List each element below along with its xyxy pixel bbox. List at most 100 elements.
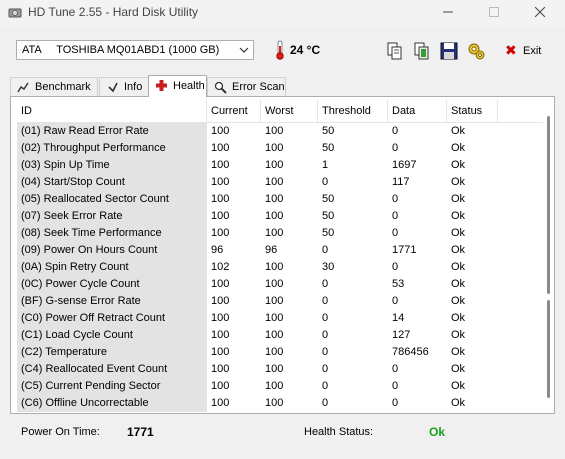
status-bar: Power On Time: 1771 Health Status: Ok <box>0 414 565 454</box>
health-status-value: Ok <box>429 425 446 439</box>
cell-current: 100 <box>211 193 230 205</box>
cell-data: 0 <box>392 363 399 375</box>
cell-status: Ok <box>451 227 466 239</box>
cell-current: 100 <box>211 227 230 239</box>
tab-benchmark[interactable]: Benchmark <box>10 77 98 96</box>
cell-id: (08) Seek Time Performance <box>17 225 207 242</box>
hard-disk-app-icon <box>8 6 22 20</box>
column-header-current[interactable]: Current <box>207 100 261 122</box>
cell-worst: 100 <box>265 397 284 409</box>
cell-worst: 100 <box>265 261 284 273</box>
power-on-time-label: Power On Time: <box>21 426 100 438</box>
maximize-button[interactable] <box>471 0 517 26</box>
cell-threshold: 0 <box>322 397 329 409</box>
cell-id: (C0) Power Off Retract Count <box>17 310 207 327</box>
cell-threshold: 0 <box>322 295 329 307</box>
table-row[interactable]: (C6) Offline Uncorrectable 100 100 0 0 Ok <box>17 395 543 412</box>
column-header-worst[interactable]: Worst <box>261 100 318 122</box>
cell-current: 100 <box>211 278 230 290</box>
cell-data: 1697 <box>392 159 417 171</box>
column-header-threshold[interactable]: Threshold <box>318 100 388 122</box>
table-row[interactable]: (C1) Load Cycle Count 100 100 0 127 Ok <box>17 327 543 344</box>
cell-data: 0 <box>392 125 399 137</box>
cell-threshold: 0 <box>322 346 329 358</box>
cell-current: 100 <box>211 159 230 171</box>
copy-button[interactable] <box>384 40 406 62</box>
cell-worst: 96 <box>265 244 278 256</box>
tab-benchmark-label: Benchmark <box>35 81 91 93</box>
column-header-id[interactable]: ID <box>17 100 207 122</box>
cell-current: 100 <box>211 176 230 188</box>
cell-status: Ok <box>451 261 466 273</box>
cell-threshold: 0 <box>322 244 329 256</box>
scrollbar-thumb[interactable] <box>547 116 550 294</box>
cell-threshold: 0 <box>322 329 329 341</box>
cell-id: (0C) Power Cycle Count <box>17 276 207 293</box>
save-button[interactable] <box>438 40 460 62</box>
cell-current: 100 <box>211 329 230 341</box>
table-row[interactable]: (09) Power On Hours Count 96 96 0 1771 Ok <box>17 242 543 259</box>
table-row[interactable]: (07) Seek Error Rate 100 100 50 0 Ok <box>17 208 543 225</box>
cell-threshold: 0 <box>322 380 329 392</box>
cell-id: (BF) G-sense Error Rate <box>17 293 207 310</box>
cell-status: Ok <box>451 176 466 188</box>
table-row[interactable]: (08) Seek Time Performance 100 100 50 0 Ok <box>17 225 543 242</box>
title-bar: HD Tune 2.55 - Hard Disk Utility <box>0 0 565 26</box>
cell-status: Ok <box>451 363 466 375</box>
chevron-down-icon <box>239 44 249 56</box>
cell-worst: 100 <box>265 295 284 307</box>
copy-all-icon <box>414 42 429 60</box>
table-row[interactable]: (04) Start/Stop Count 100 100 0 117 Ok <box>17 174 543 191</box>
cell-status: Ok <box>451 346 466 358</box>
column-header-data[interactable]: Data <box>388 100 447 122</box>
cell-worst: 100 <box>265 125 284 137</box>
tab-health[interactable]: Health <box>148 75 207 97</box>
copy-icon <box>387 42 402 60</box>
cell-status: Ok <box>451 312 466 324</box>
table-row[interactable]: (C0) Power Off Retract Count 100 100 0 14 Ok <box>17 310 543 327</box>
cell-id: (C2) Temperature <box>17 344 207 361</box>
vertical-scrollbar[interactable] <box>544 100 553 412</box>
cell-threshold: 50 <box>322 210 335 222</box>
cell-data: 0 <box>392 193 399 205</box>
table-row[interactable]: (C5) Current Pending Sector 100 100 0 0 Ok <box>17 378 543 395</box>
cell-current: 100 <box>211 295 230 307</box>
exit-label: Exit <box>523 45 542 57</box>
cell-status: Ok <box>451 210 466 222</box>
table-row[interactable]: (C2) Temperature 100 100 0 786456 Ok <box>17 344 543 361</box>
close-button[interactable] <box>517 0 563 26</box>
copy-all-button[interactable] <box>411 40 433 62</box>
cell-worst: 100 <box>265 193 284 205</box>
table-row[interactable]: (BF) G-sense Error Rate 100 100 0 0 Ok <box>17 293 543 310</box>
smart-attribute-list[interactable]: ID Current Worst Threshold Data Status (… <box>17 100 543 412</box>
table-row[interactable]: (02) Throughput Performance 100 100 50 0 Ok <box>17 140 543 157</box>
table-row[interactable]: (0C) Power Cycle Count 100 100 0 53 Ok <box>17 276 543 293</box>
magnifier-icon <box>214 81 227 94</box>
cell-worst: 100 <box>265 210 284 222</box>
table-row[interactable]: (03) Spin Up Time 100 100 1 1697 Ok <box>17 157 543 174</box>
drive-select[interactable]: ATA TOSHIBA MQ01ABD1 (1000 GB) <box>16 40 254 60</box>
table-row[interactable]: (01) Raw Read Error Rate 100 100 50 0 Ok <box>17 123 543 140</box>
drive-select-value: ATA TOSHIBA MQ01ABD1 (1000 GB) <box>22 44 220 56</box>
temperature-value: 24 °C <box>290 43 321 57</box>
cell-id: (C4) Reallocated Event Count <box>17 361 207 378</box>
table-row[interactable]: (C4) Reallocated Event Count 100 100 0 0 Ok <box>17 361 543 378</box>
minimize-button[interactable] <box>425 0 471 26</box>
tab-info[interactable]: Info <box>99 77 149 96</box>
options-button[interactable] <box>465 40 487 62</box>
cell-status: Ok <box>451 159 466 171</box>
exit-button[interactable]: ✖ Exit <box>500 40 548 62</box>
table-row[interactable]: (0A) Spin Retry Count 102 100 30 0 Ok <box>17 259 543 276</box>
thermometer-icon <box>275 40 285 60</box>
cell-id: (02) Throughput Performance <box>17 140 207 157</box>
column-header-status[interactable]: Status <box>447 100 498 122</box>
cell-data: 1771 <box>392 244 417 256</box>
cell-id: (C5) Current Pending Sector <box>17 378 207 395</box>
cell-data: 14 <box>392 312 405 324</box>
tab-error-scan[interactable]: Error Scan <box>207 77 286 96</box>
cell-data: 0 <box>392 261 399 273</box>
cell-id: (05) Reallocated Sector Count <box>17 191 207 208</box>
cell-status: Ok <box>451 125 466 137</box>
tab-info-label: Info <box>124 81 143 93</box>
table-row[interactable]: (05) Reallocated Sector Count 100 100 50 0 Ok <box>17 191 543 208</box>
